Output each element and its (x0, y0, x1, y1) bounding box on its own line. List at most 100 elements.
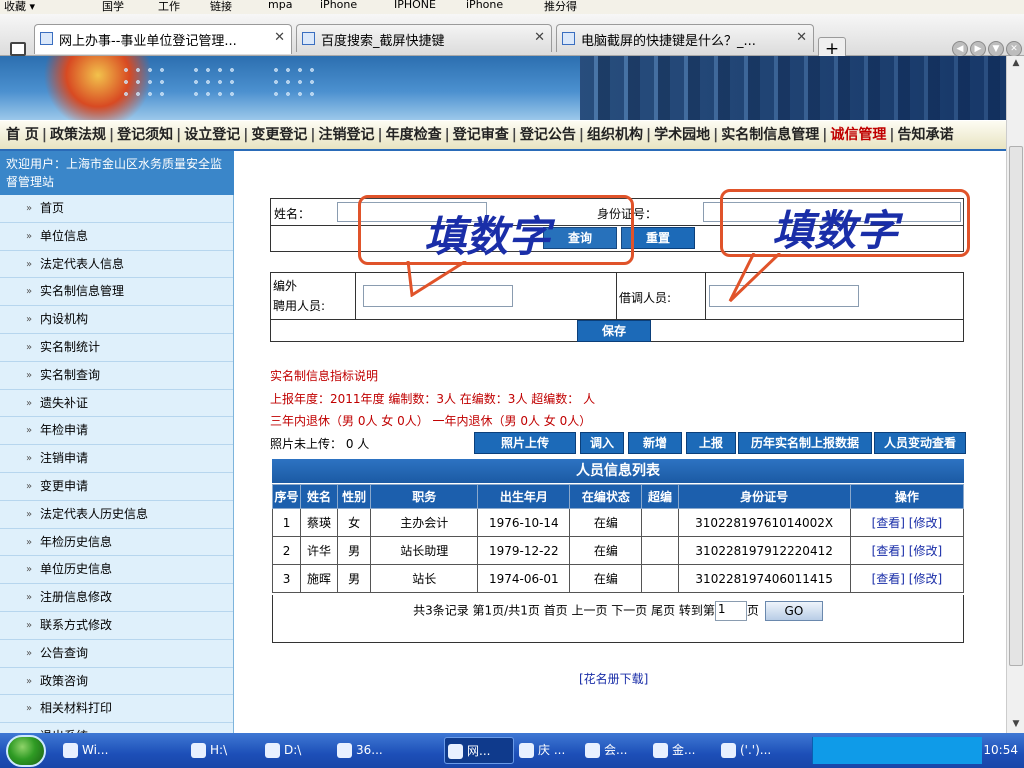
edit-link[interactable]: [修改] (909, 544, 942, 558)
sidebar-item-14[interactable]: » 注册信息修改 (0, 584, 233, 612)
sidebar-item-10[interactable]: » 变更申请 (0, 473, 233, 501)
menu-item-2[interactable]: 登记须知 (117, 121, 173, 149)
favorites-item-7[interactable]: iPhone (466, 0, 503, 11)
pagination: 共3条记录 第1页/共1页 首页 上一页 下一页 尾页 转到第 1 页 GO (272, 595, 964, 643)
tab-list-icon[interactable]: ▼ (988, 41, 1004, 57)
sidebar-item-label: 法定代表人历史信息 (40, 506, 149, 521)
close-icon[interactable]: ✕ (534, 30, 545, 45)
tab-screenshot[interactable]: 电脑截屏的快捷键是什么？_... ✕ (556, 24, 814, 52)
sidebar-item-8[interactable]: » 年检申请 (0, 417, 233, 446)
taskbar-item-6[interactable]: 会... (582, 737, 648, 764)
cell-over (641, 508, 679, 537)
sidebar-item-16[interactable]: » 公告查询 (0, 640, 233, 668)
menu-item-12[interactable]: 诚信管理 (830, 121, 886, 149)
header-name: 姓名 (300, 484, 339, 509)
cell-over (641, 564, 679, 593)
sidebar-item-12[interactable]: » 年检历史信息 (0, 529, 233, 557)
sidebar-item-4[interactable]: » 内设机构 (0, 306, 233, 334)
taskbar-item-5[interactable]: 庆 ... (516, 737, 580, 764)
browser-tab-bar: 网上办事--事业单位登记管理... ✕ 百度搜索_截屏快捷键 ✕ 电脑截屏的快捷… (0, 14, 1024, 61)
menu-item-0[interactable]: 首 页 (6, 121, 39, 149)
menu-item-1[interactable]: 政策法规 (50, 121, 106, 149)
menu-separator: | (511, 127, 517, 143)
sidebar-item-7[interactable]: » 遗失补证 (0, 390, 233, 418)
view-link[interactable]: [查看] (872, 516, 905, 530)
menu-item-9[interactable]: 组织机构 (587, 121, 643, 149)
transfer-in-button[interactable]: 调入 (580, 432, 624, 454)
view-link[interactable]: [查看] (872, 544, 905, 558)
divider (705, 273, 706, 319)
cell-post: 站长 (370, 564, 479, 593)
favorites-item-4[interactable]: mpa (268, 0, 292, 11)
menu-item-13[interactable]: 告知承诺 (898, 121, 954, 149)
start-button[interactable] (6, 735, 46, 767)
cell-no: 3 (271, 564, 302, 593)
menu-item-6[interactable]: 年度检查 (386, 121, 442, 149)
edit-link[interactable]: [修改] (909, 516, 942, 530)
photo-upload-button[interactable]: 照片上传 (474, 432, 576, 454)
sidebar-item-19[interactable]: » 退出系统 (0, 723, 233, 733)
page-number-input[interactable]: 1 (714, 601, 747, 621)
sidebar-item-18[interactable]: » 相关材料打印 (0, 695, 233, 724)
sidebar-item-15[interactable]: » 联系方式修改 (0, 612, 233, 640)
scrollbar-thumb[interactable] (1009, 146, 1023, 666)
page-scrollbar[interactable]: ▲ ▼ (1006, 56, 1024, 733)
staff-change-button[interactable]: 人员变动查看 (874, 432, 966, 454)
menu-item-3[interactable]: 设立登记 (184, 121, 240, 149)
save-button[interactable]: 保存 (577, 320, 651, 342)
close-window-icon[interactable]: ✕ (1006, 41, 1022, 57)
taskbar-item-4[interactable]: 网... (444, 737, 514, 764)
view-link[interactable]: [查看] (872, 572, 905, 586)
scroll-down-icon[interactable]: ▼ (1010, 719, 1022, 731)
favorites-item-5[interactable]: iPhone (320, 0, 357, 11)
sidebar-item-1[interactable]: » 单位信息 (0, 223, 233, 251)
taskbar-item-0[interactable]: Wi... (60, 737, 186, 764)
close-icon[interactable]: ✕ (796, 30, 807, 45)
scroll-left-icon[interactable]: ◀ (952, 41, 968, 57)
report-button[interactable]: 上报 (686, 432, 736, 454)
favorites-item-8[interactable]: 推分得 (544, 0, 577, 14)
sidebar-item-5[interactable]: » 实名制统计 (0, 334, 233, 362)
sidebar-item-0[interactable]: » 首页 (0, 195, 233, 223)
taskbar-item-3[interactable]: 36... (334, 737, 434, 764)
add-button[interactable]: 新增 (628, 432, 682, 454)
tab-baidu[interactable]: 百度搜索_截屏快捷键 ✕ (296, 24, 552, 52)
close-icon[interactable]: ✕ (274, 30, 285, 45)
edit-link[interactable]: [修改] (909, 572, 942, 586)
cell-over (641, 536, 679, 565)
taskbar-item-1[interactable]: H:\ (188, 737, 260, 764)
taskbar-item-8[interactable]: ('.')... (718, 737, 798, 764)
sidebar-item-17[interactable]: » 政策咨询 (0, 668, 233, 696)
extra-staff-label: 编外 (273, 279, 298, 293)
menu-item-11[interactable]: 实名制信息管理 (721, 121, 819, 149)
favorites-bar: 收藏 ▾ 国学 工作 链接 mpa iPhone IPHONE iPhone 推… (0, 0, 1024, 14)
favorites-item-1[interactable]: 国学 (102, 0, 124, 14)
sidebar-item-6[interactable]: » 实名制查询 (0, 362, 233, 390)
scroll-up-icon[interactable]: ▲ (1010, 58, 1022, 70)
favorites-item-0[interactable]: 收藏 ▾ (4, 0, 35, 14)
sidebar-item-13[interactable]: » 单位历史信息 (0, 556, 233, 585)
taskbar-item-7[interactable]: 金... (650, 737, 716, 764)
sidebar-toggle-icon[interactable] (10, 42, 26, 56)
chevron-right-icon: » (26, 341, 33, 353)
menu-item-4[interactable]: 变更登记 (251, 121, 307, 149)
sidebar-item-3[interactable]: » 实名制信息管理 (0, 278, 233, 307)
favorites-item-3[interactable]: 链接 (210, 0, 232, 14)
roster-download-link[interactable]: [花名册下载] (579, 670, 648, 687)
sidebar-item-2[interactable]: » 法定代表人信息 (0, 251, 233, 279)
scroll-right-icon[interactable]: ▶ (970, 41, 986, 57)
cell-ops: [查看] [修改] (849, 508, 965, 537)
menu-item-10[interactable]: 学术园地 (654, 121, 710, 149)
favorites-item-2[interactable]: 工作 (158, 0, 180, 14)
menu-item-5[interactable]: 注销登记 (319, 121, 375, 149)
menu-item-7[interactable]: 登记审查 (453, 121, 509, 149)
sidebar-item-11[interactable]: » 法定代表人历史信息 (0, 501, 233, 529)
header-post: 职务 (370, 484, 479, 509)
tab-active[interactable]: 网上办事--事业单位登记管理... ✕ (34, 24, 292, 54)
go-button[interactable]: GO (764, 601, 823, 621)
history-report-button[interactable]: 历年实名制上报数据 (738, 432, 872, 454)
sidebar-item-9[interactable]: » 注销申请 (0, 445, 233, 473)
favorites-item-6[interactable]: IPHONE (394, 0, 436, 11)
taskbar-item-2[interactable]: D:\ (262, 737, 332, 764)
menu-item-8[interactable]: 登记公告 (520, 121, 576, 149)
